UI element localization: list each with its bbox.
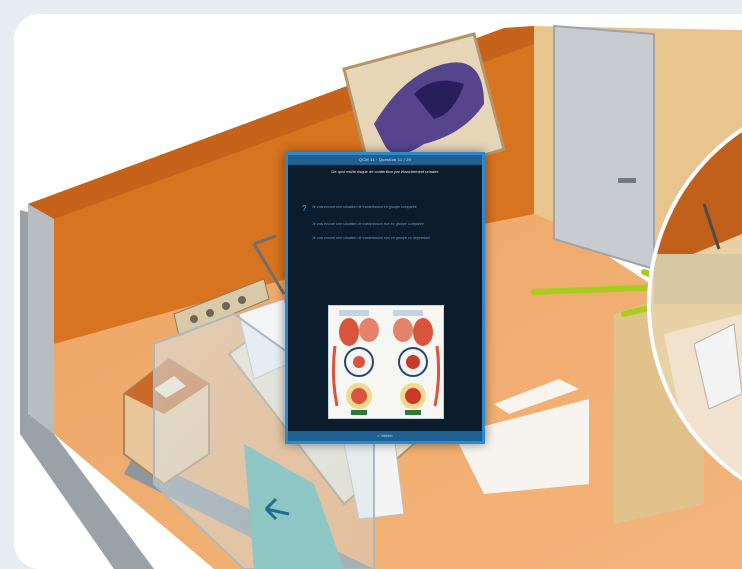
help-icon: ? — [302, 204, 307, 213]
screenshot-frame: QCM 11 · Question 11 / 20 De quoi est/le… — [14, 14, 742, 569]
anatomy-illustration — [328, 305, 444, 419]
dialog-header: QCM 11 · Question 11 / 20 — [288, 155, 482, 165]
answer-text: Je vois encore une situation de transmis… — [312, 236, 430, 240]
answer-option-2[interactable]: Je vois encore une situation de transmis… — [302, 222, 468, 227]
anatomy-diagram — [331, 310, 441, 415]
door-handle — [618, 178, 636, 183]
answer-option-3[interactable]: Je vois encore une situation de transmis… — [302, 236, 468, 241]
door — [553, 24, 655, 271]
answer-option-1[interactable]: ? Je vois encore une situation de transm… — [302, 205, 468, 213]
quiz-dialog: QCM 11 · Question 11 / 20 De quoi est/le… — [285, 152, 485, 444]
validate-button[interactable]: < Valider — [288, 431, 482, 441]
answer-text: Je vois encore une situation de transmis… — [312, 222, 424, 226]
answer-list: ? Je vois encore une situation de transm… — [302, 205, 468, 250]
question-text: De quoi est/le risque de contention par … — [331, 169, 439, 174]
answer-text: Je vois encore une situation de transmis… — [312, 205, 417, 209]
